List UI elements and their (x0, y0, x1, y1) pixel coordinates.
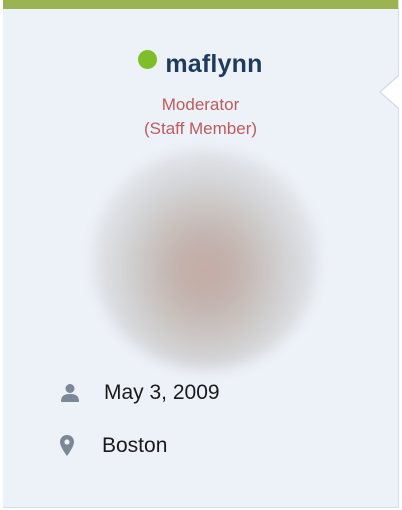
joined-date: May 3, 2009 (104, 381, 220, 404)
location-link[interactable]: Boston (102, 434, 167, 458)
accent-bar (3, 0, 398, 9)
joined-row: May 3, 2009 (60, 381, 220, 405)
user-role-detail: (Staff Member) (143, 119, 258, 138)
avatar[interactable] (93, 150, 318, 370)
username-link[interactable]: maflynn (165, 50, 262, 79)
user-name-row: maflynn (3, 50, 398, 79)
user-role: Moderator (161, 95, 240, 114)
online-status-icon (138, 50, 158, 69)
user-icon (60, 383, 80, 403)
location-row: Boston (60, 434, 167, 458)
map-pin-icon (60, 435, 74, 457)
user-card: maflynn Moderator (Staff Member) May 3, … (3, 0, 399, 508)
